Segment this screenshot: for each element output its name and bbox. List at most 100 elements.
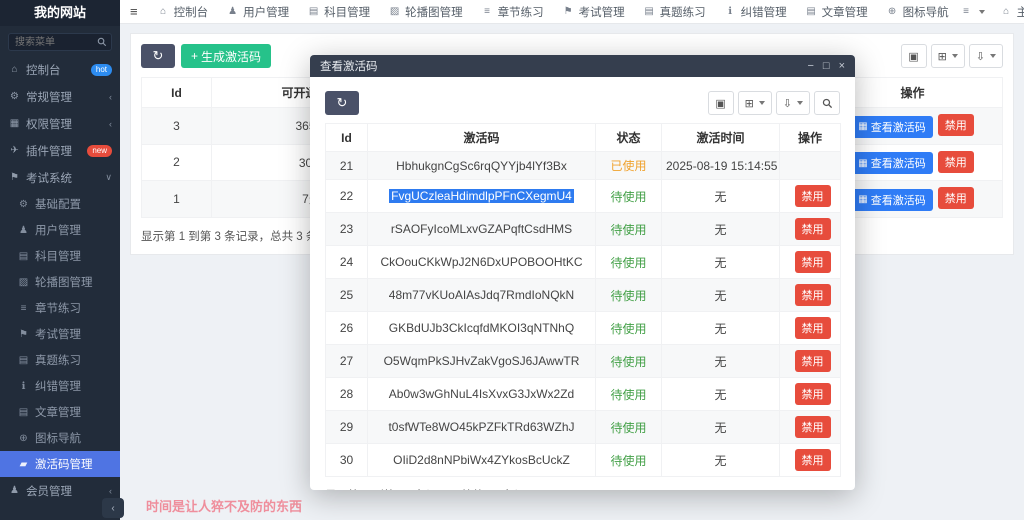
view-button-label: 查看激活码 [871, 192, 926, 208]
col-code[interactable]: 激活码 [368, 124, 596, 152]
card-view-button[interactable]: ▣ [901, 44, 927, 68]
sidebar-item[interactable]: ⚙基础配置 [0, 191, 120, 217]
disable-button[interactable]: 禁用 [795, 218, 831, 240]
table-row: 30OIiD2d8nNPbiWx4ZYkosBcUckZ待使用无禁用 [326, 444, 841, 477]
col-id[interactable]: Id [326, 124, 368, 152]
cell-code: rSAOFyIcoMLxvGZAPqftCsdHMS [368, 213, 596, 246]
cell-id: 2 [142, 144, 212, 181]
cell-code: Ab0w3wGhNuL4IsXvxG3JxWx2Zd [368, 378, 596, 411]
cell-actions: 禁用 [780, 180, 841, 213]
sidebar-item[interactable]: ▤文章管理 [0, 399, 120, 425]
export-dropdown-button[interactable]: ⇩ [969, 44, 1003, 68]
disable-button[interactable]: 禁用 [795, 185, 831, 207]
columns-dropdown-button[interactable]: ⊞ [738, 91, 772, 115]
disable-button[interactable]: 禁用 [795, 284, 831, 306]
config-icon: ⚙ [17, 199, 30, 210]
topnav-item[interactable]: ♟用户管理 [217, 0, 298, 24]
topnav-item-label: 图标导航 [903, 4, 949, 20]
cell-id: 26 [326, 312, 368, 345]
table-header-row: Id 激活码 状态 激活时间 操作 [326, 124, 841, 152]
home-link[interactable]: ⌂主页 [998, 0, 1024, 24]
sidebar-item[interactable]: ⌂控制台hot [0, 56, 120, 83]
disable-button[interactable]: 禁用 [938, 187, 974, 209]
disable-button[interactable]: 禁用 [795, 317, 831, 339]
col-actions[interactable]: 操作 [780, 124, 841, 152]
topnav-item[interactable]: ▤文章管理 [796, 0, 877, 24]
site-title: 我的网站 [0, 0, 120, 26]
sidebar-item[interactable]: ⚑考试系统∨ [0, 164, 120, 191]
modal-table-tools: ▣ ⊞ ⇩ [708, 91, 840, 115]
sidebar-item[interactable]: ▦权限管理‹ [0, 110, 120, 137]
modal-refresh-button[interactable]: ↻ [325, 91, 359, 115]
disable-button[interactable]: 禁用 [795, 449, 831, 471]
sidebar-item[interactable]: ⚑考试管理 [0, 321, 120, 347]
maximize-icon[interactable]: □ [823, 60, 830, 72]
col-activation-time[interactable]: 激活时间 [662, 124, 780, 152]
chevron-down-icon: ∨ [105, 172, 112, 183]
close-icon[interactable]: × [839, 60, 845, 72]
cell-id: 25 [326, 279, 368, 312]
view-icon: ▦ [858, 121, 867, 132]
export-dropdown-button[interactable]: ⇩ [776, 91, 810, 115]
sidebar-item[interactable]: ✈插件管理new [0, 137, 120, 164]
view-icon: ▦ [858, 194, 867, 205]
chapter-icon: ≡ [17, 303, 30, 314]
col-id[interactable]: Id [142, 78, 212, 108]
sidebar-item[interactable]: ▤真题练习 [0, 347, 120, 373]
topnav-item[interactable]: ⊕图标导航 [877, 0, 958, 24]
disable-button[interactable]: 禁用 [795, 383, 831, 405]
topnav-item[interactable]: ⌂控制台 [148, 0, 218, 24]
cell-actions: 禁用 [780, 312, 841, 345]
disable-button[interactable]: 禁用 [938, 114, 974, 136]
topnav-item[interactable]: ▤科目管理 [298, 0, 379, 24]
view-activation-codes-button[interactable]: ▦ 查看激活码 [851, 189, 932, 211]
main-table-tools: ▣ ⊞ ⇩ [901, 44, 1003, 68]
topnav-item[interactable]: ≡章节练习 [472, 0, 553, 24]
topnav-item[interactable]: ▨轮播图管理 [379, 0, 472, 24]
cell-id: 1 [142, 181, 212, 218]
table-row: 22FvgUCzleaHdimdlpPFnCXegmU4待使用无禁用 [326, 180, 841, 213]
refresh-button[interactable]: ↻ [141, 44, 175, 68]
disable-button[interactable]: 禁用 [795, 350, 831, 372]
export-icon: ⇩ [783, 97, 792, 110]
sidebar-item[interactable]: ♟用户管理 [0, 217, 120, 243]
hamburger-icon[interactable]: ≡ [120, 4, 148, 19]
sidebar-item[interactable]: ℹ纠错管理 [0, 373, 120, 399]
columns-icon: ⊞ [938, 50, 947, 63]
caret-down-icon [979, 10, 985, 14]
topnav-item[interactable]: ⚑考试管理 [553, 0, 634, 24]
disable-button[interactable]: 禁用 [938, 151, 974, 173]
view-activation-codes-button[interactable]: ▦查看激活码 [851, 116, 932, 138]
cell-id: 27 [326, 345, 368, 378]
quick-menu-button[interactable]: ≡ [958, 0, 987, 24]
cell-id: 3 [142, 108, 212, 145]
disable-button[interactable]: 禁用 [795, 416, 831, 438]
cell-id: 21 [326, 152, 368, 180]
col-status[interactable]: 状态 [596, 124, 662, 152]
sidebar-item[interactable]: ▤科目管理 [0, 243, 120, 269]
sidebar-item[interactable]: ⊕图标导航 [0, 425, 120, 451]
modal-header[interactable]: 查看激活码 − □ × [310, 55, 855, 77]
code-text: t0sfWTe8WO45kPZFkTRd63WZhJ [388, 420, 574, 434]
sidebar-item[interactable]: ▨轮播图管理 [0, 269, 120, 295]
card-view-button[interactable]: ▣ [708, 91, 734, 115]
cell-activation-time: 无 [662, 246, 780, 279]
search-toggle-button[interactable] [814, 91, 840, 115]
iconnav-icon: ⊕ [17, 433, 30, 444]
columns-dropdown-button[interactable]: ⊞ [931, 44, 965, 68]
sidebar-item-label: 考试系统 [26, 170, 72, 186]
cell-actions: 禁用 [780, 345, 841, 378]
disable-button[interactable]: 禁用 [795, 251, 831, 273]
sidebar-item[interactable]: ⚙常规管理‹ [0, 83, 120, 110]
sidebar-item[interactable]: ▰激活码管理 [0, 451, 120, 477]
export-icon: ⇩ [976, 50, 985, 63]
topnav-item[interactable]: ℹ纠错管理 [715, 0, 796, 24]
view-activation-codes-button[interactable]: ▦查看激活码 [851, 152, 932, 174]
caret-down-icon [990, 54, 996, 58]
cell-actions: 禁用 [780, 279, 841, 312]
sidebar-item[interactable]: ≡章节练习 [0, 295, 120, 321]
minimize-icon[interactable]: − [807, 60, 813, 72]
topnav-item[interactable]: ▤真题练习 [634, 0, 715, 24]
generate-code-button[interactable]: +生成激活码 [181, 44, 271, 68]
correction-icon: ℹ [17, 381, 30, 392]
